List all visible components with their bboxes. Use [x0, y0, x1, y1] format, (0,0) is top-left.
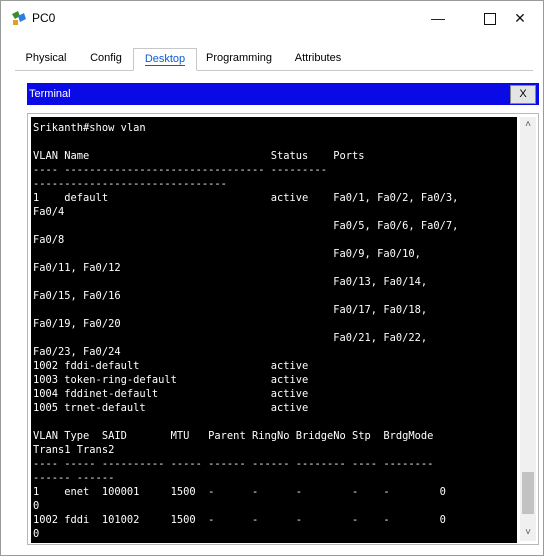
tab-attributes[interactable]: Attributes: [285, 48, 351, 69]
tab-strip: Physical Config Desktop Programming Attr…: [15, 48, 533, 71]
terminal-panel: Srikanth#show vlan VLAN Name Status Port…: [27, 113, 539, 545]
terminal-scrollbar[interactable]: ˄ ˅: [520, 117, 536, 541]
terminal-header: Terminal X: [27, 83, 539, 105]
scroll-thumb[interactable]: [522, 472, 534, 514]
terminal-close-button[interactable]: X: [510, 85, 536, 104]
close-button[interactable]: ✕: [497, 1, 543, 35]
terminal-title: Terminal: [29, 88, 71, 100]
scroll-up-icon[interactable]: ˄: [520, 117, 536, 133]
tab-config[interactable]: Config: [79, 48, 133, 69]
pc0-window: PC0 — ✕ Physical Config Desktop Programm…: [0, 0, 544, 556]
tab-programming[interactable]: Programming: [199, 48, 279, 69]
tab-physical[interactable]: Physical: [15, 48, 77, 69]
terminal-console[interactable]: Srikanth#show vlan VLAN Name Status Port…: [31, 117, 517, 543]
pc-node-icon: [12, 11, 26, 25]
minimize-button[interactable]: —: [415, 1, 461, 35]
title-bar[interactable]: PC0 — ✕: [1, 1, 543, 35]
close-icon: ✕: [514, 10, 526, 26]
terminal-output: Srikanth#show vlan VLAN Name Status Port…: [33, 122, 459, 543]
minimize-icon: —: [431, 10, 445, 26]
window-title: PC0: [32, 11, 56, 25]
tab-desktop[interactable]: Desktop: [133, 48, 197, 71]
maximize-icon: [484, 13, 496, 26]
scroll-down-icon[interactable]: ˅: [520, 525, 536, 541]
tab-desktop-label: Desktop: [144, 53, 186, 66]
